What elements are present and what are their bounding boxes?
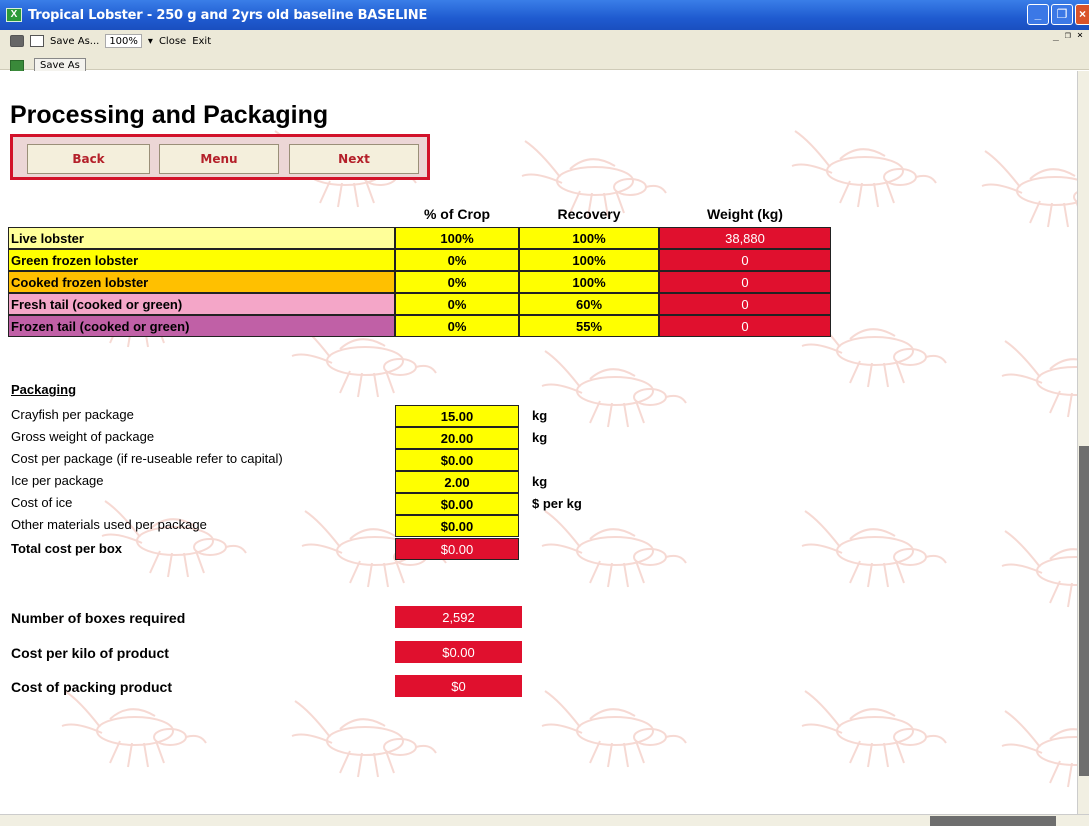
nav-panel: Back Menu Next xyxy=(10,134,430,180)
recovery-cell: 100% xyxy=(519,249,659,271)
page-title: Processing and Packaging xyxy=(10,101,329,129)
crop-percent-cell: 100% xyxy=(395,227,519,249)
packaging-item-label: Crayfish per package xyxy=(11,407,134,422)
summary-label: Number of boxes required xyxy=(11,610,186,626)
close-icon[interactable]: × xyxy=(1075,4,1089,25)
summary-label: Cost per kilo of product xyxy=(11,645,169,661)
workbook-window-controls[interactable]: _ ❐ × xyxy=(1053,30,1083,41)
recovery-cell: 60% xyxy=(519,293,659,315)
lobster-watermark-image xyxy=(290,681,440,791)
lobster-watermark-image xyxy=(800,671,950,781)
lobster-watermark-image xyxy=(100,481,250,591)
packaging-item-label: Cost of ice xyxy=(11,495,73,510)
header-weight: Weight (kg) xyxy=(707,206,783,222)
packaging-item-label: Gross weight of package xyxy=(11,429,155,444)
weight-cell: 0 xyxy=(659,293,831,315)
excel-app-icon: X xyxy=(6,8,22,22)
lobster-watermark-image xyxy=(980,131,1077,241)
packaging-item-input[interactable]: $0.00 xyxy=(395,493,519,515)
back-button[interactable]: Back xyxy=(27,144,150,174)
horizontal-scroll-thumb[interactable] xyxy=(930,816,1056,826)
packaging-item-label: Other materials used per package xyxy=(11,517,207,532)
crop-percent-cell: 0% xyxy=(395,249,519,271)
print-icon[interactable] xyxy=(10,35,24,47)
lobster-watermark-image xyxy=(540,671,690,781)
restore-icon[interactable]: ❐ xyxy=(1051,4,1073,25)
vertical-scroll-thumb[interactable] xyxy=(1079,446,1089,776)
crop-percent-cell: 0% xyxy=(395,293,519,315)
summary-value: 2,592 xyxy=(395,606,522,628)
crop-percent-cell: 0% xyxy=(395,271,519,293)
menu-button[interactable]: Menu xyxy=(159,144,279,174)
window-titlebar: X Tropical Lobster - 250 g and 2yrs old … xyxy=(0,0,1089,30)
product-label: Live lobster xyxy=(8,227,395,249)
packaging-item-label: Cost per package (if re-useable refer to… xyxy=(11,451,283,466)
crop-percent-cell: 0% xyxy=(395,315,519,337)
packaging-heading: Packaging xyxy=(11,382,77,397)
total-cost-value: $0.00 xyxy=(395,538,519,560)
chevron-down-icon[interactable]: ▾ xyxy=(148,36,153,47)
packaging-unit-label: kg xyxy=(532,408,548,423)
product-label: Green frozen lobster xyxy=(8,249,395,271)
lobster-watermark-image xyxy=(1000,321,1077,431)
weight-cell: 0 xyxy=(659,315,831,337)
packaging-item-input[interactable]: $0.00 xyxy=(395,449,519,471)
packaging-item-input[interactable]: $0.00 xyxy=(395,515,519,537)
recovery-cell: 55% xyxy=(519,315,659,337)
product-label: Frozen tail (cooked or green) xyxy=(8,315,395,337)
packaging-item-input[interactable]: 2.00 xyxy=(395,471,519,493)
worksheet-area[interactable]: Processing and Packaging Back Menu Next … xyxy=(0,71,1077,814)
lobster-watermark-image xyxy=(1000,691,1077,801)
exit-menu[interactable]: Exit xyxy=(192,36,211,47)
packaging-unit-label: kg xyxy=(532,430,548,445)
print-preview-icon[interactable] xyxy=(30,35,44,47)
minimize-icon[interactable]: _ xyxy=(1027,4,1049,25)
packaging-item-label: Ice per package xyxy=(11,473,104,488)
window-title: Tropical Lobster - 250 g and 2yrs old ba… xyxy=(28,7,428,23)
save-as-menu[interactable]: Save As... xyxy=(50,36,99,47)
weight-cell: 0 xyxy=(659,271,831,293)
recovery-cell: 100% xyxy=(519,227,659,249)
close-menu[interactable]: Close xyxy=(159,36,186,47)
lobster-watermark-image xyxy=(1000,511,1077,621)
summary-label: Cost of packing product xyxy=(11,679,172,695)
packaging-unit-label: kg xyxy=(532,474,548,489)
total-cost-label: Total cost per box xyxy=(11,541,122,556)
packaging-item-input[interactable]: 20.00 xyxy=(395,427,519,449)
header-recovery: Recovery xyxy=(557,206,621,222)
weight-cell: 0 xyxy=(659,249,831,271)
lobster-watermark-image xyxy=(790,111,940,221)
product-label: Cooked frozen lobster xyxy=(8,271,395,293)
vertical-scrollbar[interactable] xyxy=(1077,71,1089,814)
window-controls: _ ❐ × xyxy=(1027,4,1089,25)
recovery-cell: 100% xyxy=(519,271,659,293)
print-preview-toolbar: Save As... 100% ▾ Close Exit xyxy=(10,34,211,48)
product-label: Fresh tail (cooked or green) xyxy=(8,293,395,315)
packaging-unit-label: $ per kg xyxy=(532,496,582,511)
header-crop: % of Crop xyxy=(423,206,491,222)
summary-value: $0.00 xyxy=(395,641,522,663)
zoom-select[interactable]: 100% xyxy=(105,34,142,48)
toolbar: Save As... 100% ▾ Close Exit Save As xyxy=(0,30,1089,74)
lobster-watermark-image xyxy=(800,491,950,601)
summary-value: $0 xyxy=(395,675,522,697)
lobster-watermark-image xyxy=(540,331,690,441)
weight-cell: 38,880 xyxy=(659,227,831,249)
next-button[interactable]: Next xyxy=(289,144,419,174)
packaging-item-input[interactable]: 15.00 xyxy=(395,405,519,427)
horizontal-scrollbar[interactable] xyxy=(0,814,1089,826)
